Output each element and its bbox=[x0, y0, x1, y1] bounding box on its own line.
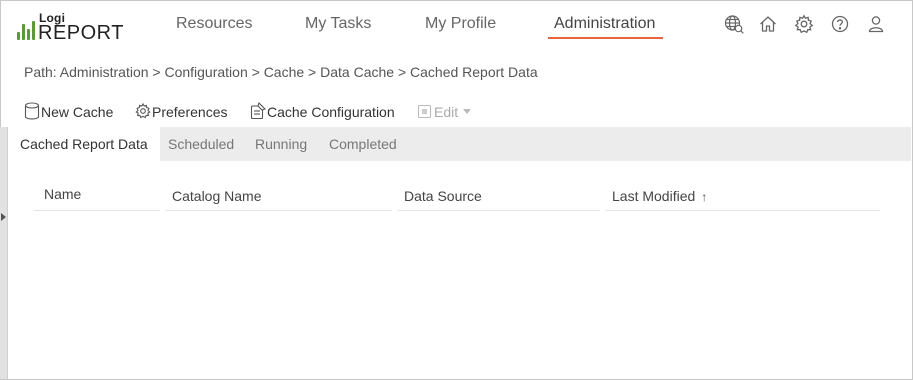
gear-icon[interactable] bbox=[794, 14, 814, 34]
column-header-data-source[interactable]: Data Source bbox=[404, 188, 482, 204]
logo-bars-icon bbox=[17, 20, 35, 40]
table-body-empty bbox=[34, 212, 880, 372]
tab-scheduled[interactable]: Scheduled bbox=[168, 127, 234, 161]
edit-label: Edit bbox=[434, 104, 459, 120]
column-divider bbox=[398, 210, 600, 211]
logi-report-logo[interactable]: Logi REPORT bbox=[17, 11, 123, 44]
column-divider bbox=[166, 210, 392, 211]
nav-administration[interactable]: Administration bbox=[554, 15, 655, 33]
top-header: Logi REPORT Resources My Tasks My Profil… bbox=[0, 0, 911, 50]
nav-my-tasks[interactable]: My Tasks bbox=[305, 15, 371, 33]
chevron-down-icon bbox=[463, 109, 472, 114]
cache-config-icon bbox=[250, 102, 266, 120]
tab-running[interactable]: Running bbox=[255, 127, 307, 161]
new-cache-label: New Cache bbox=[41, 104, 114, 120]
side-panel-toggle-strip[interactable] bbox=[0, 127, 8, 379]
cache-configuration-button[interactable]: Cache Configuration bbox=[250, 98, 395, 120]
tab-cached-report-data[interactable]: Cached Report Data bbox=[8, 127, 160, 161]
cache-configuration-label: Cache Configuration bbox=[267, 104, 395, 120]
column-divider bbox=[606, 210, 880, 211]
last-modified-label: Last Modified bbox=[612, 188, 696, 204]
globe-search-icon[interactable] bbox=[724, 14, 744, 34]
help-icon[interactable] bbox=[830, 14, 850, 34]
column-divider bbox=[34, 210, 160, 211]
new-cache-button[interactable]: New Cache bbox=[24, 98, 113, 120]
user-icon[interactable] bbox=[866, 14, 886, 34]
preferences-gear-icon bbox=[135, 102, 151, 120]
column-header-name[interactable]: Name bbox=[44, 186, 81, 202]
logo-report-text: REPORT bbox=[38, 22, 124, 44]
tab-bar: Cached Report Data Scheduled Running Com… bbox=[8, 127, 911, 161]
column-header-last-modified[interactable]: Last Modified ↑ bbox=[612, 188, 707, 204]
sort-ascending-icon[interactable]: ↑ bbox=[701, 190, 707, 204]
preferences-label: Preferences bbox=[152, 104, 228, 120]
preferences-button[interactable]: Preferences bbox=[135, 98, 227, 120]
home-icon[interactable] bbox=[758, 14, 778, 34]
tab-completed[interactable]: Completed bbox=[329, 127, 397, 161]
column-header-catalog-name[interactable]: Catalog Name bbox=[172, 188, 262, 204]
nav-active-underline bbox=[548, 37, 663, 39]
expand-arrow-icon[interactable] bbox=[1, 213, 6, 221]
breadcrumb: Path: Administration > Configuration > C… bbox=[24, 64, 538, 80]
database-icon bbox=[24, 102, 40, 120]
edit-icon bbox=[417, 102, 433, 120]
nav-my-profile[interactable]: My Profile bbox=[425, 15, 496, 33]
edit-dropdown-button[interactable]: Edit bbox=[417, 98, 472, 120]
nav-resources[interactable]: Resources bbox=[176, 15, 252, 33]
